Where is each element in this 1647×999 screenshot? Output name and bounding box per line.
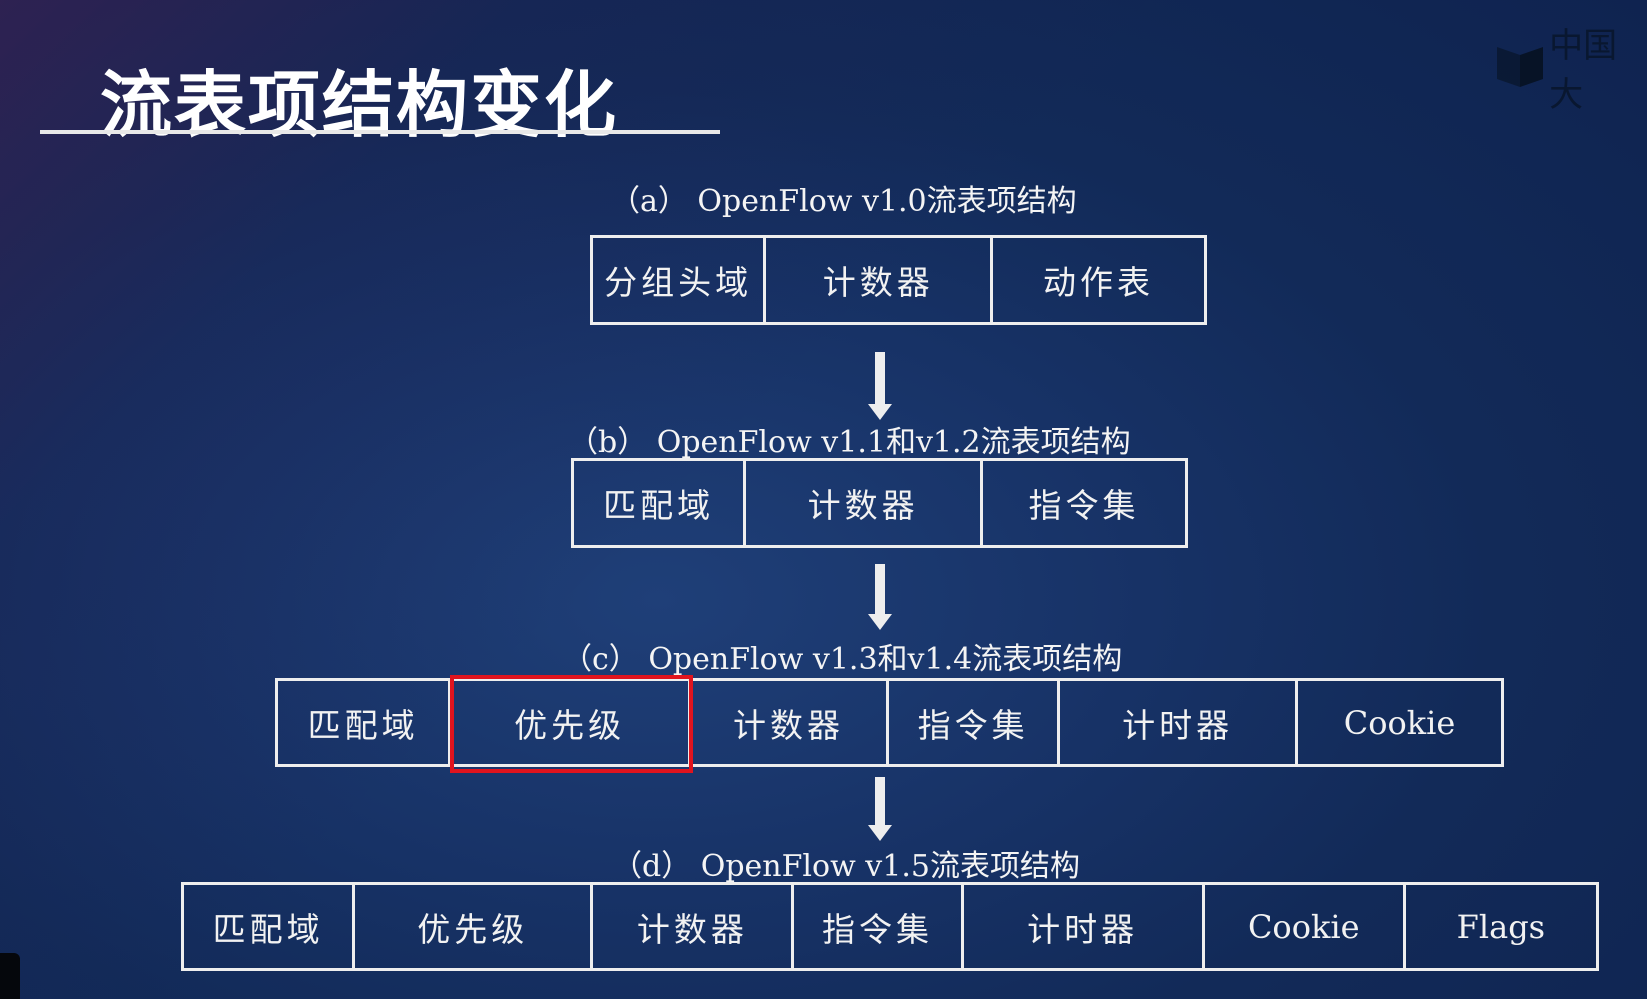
table-cell: 分组头域 bbox=[593, 238, 767, 322]
table-cell: Flags bbox=[1456, 907, 1546, 946]
table-cell: 计数器 bbox=[766, 238, 994, 322]
table-cell: 计时器 bbox=[1060, 681, 1299, 764]
section-a-label: （a） OpenFlow v1.0流表项结构 bbox=[610, 184, 1077, 219]
table-cell: 匹配域 bbox=[574, 461, 747, 545]
table-cell: 优先级 bbox=[355, 885, 594, 968]
book-icon bbox=[1497, 47, 1544, 87]
down-arrow-icon bbox=[868, 352, 892, 420]
section-d-label: （d） OpenFlow v1.5流表项结构 bbox=[612, 849, 1080, 884]
table-cell: 指令集 bbox=[889, 681, 1061, 764]
table-cell: 计时器 bbox=[964, 885, 1205, 968]
table-cell: 匹配域 bbox=[278, 681, 452, 764]
table-v1-0: 分组头域 计数器 动作表 bbox=[590, 235, 1207, 325]
section-b-label: （b） OpenFlow v1.1和v1.2流表项结构 bbox=[568, 425, 1131, 460]
corner-overlay bbox=[0, 953, 20, 999]
table-cell: 匹配域 bbox=[184, 885, 356, 968]
table-cell: Cookie bbox=[1205, 885, 1406, 968]
table-cell: 动作表 bbox=[1043, 263, 1155, 302]
table-cell: 指令集 bbox=[794, 885, 964, 968]
title-underline bbox=[40, 130, 720, 134]
table-cell: 计数器 bbox=[593, 885, 795, 968]
table-v1-5: 匹配域 优先级 计数器 指令集 计时器 Cookie Flags bbox=[181, 882, 1599, 971]
table-cell: Cookie bbox=[1343, 703, 1456, 742]
slide-title: 流表项结构变化 bbox=[100, 63, 619, 147]
table-cell: 计数器 bbox=[746, 461, 984, 545]
logo-text: 中国大 bbox=[1549, 26, 1618, 115]
down-arrow-icon bbox=[868, 777, 892, 841]
section-c-label: （c） OpenFlow v1.3和v1.4流表项结构 bbox=[562, 642, 1123, 677]
table-v1-1-v1-2: 匹配域 计数器 指令集 bbox=[571, 458, 1188, 548]
table-cell: 指令集 bbox=[1028, 486, 1140, 525]
highlight-box bbox=[450, 675, 693, 773]
table-cell: 计数器 bbox=[691, 681, 890, 764]
down-arrow-icon bbox=[868, 564, 892, 630]
watermark-logo: 中国大 bbox=[1497, 18, 1647, 116]
